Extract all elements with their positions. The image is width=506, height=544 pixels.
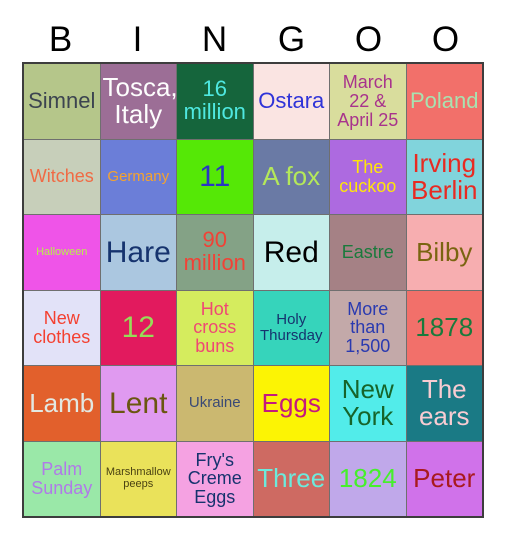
bingo-cell-label: 16 million	[183, 76, 246, 125]
bingo-cell[interactable]: New clothes	[24, 290, 100, 365]
bingo-cell[interactable]: 90 million	[177, 215, 253, 290]
bingo-cell-label: Germany	[107, 167, 170, 185]
bingo-cell-label: Tosca, Italy	[102, 72, 177, 130]
bingo-cell[interactable]: Peter	[406, 441, 482, 516]
bingo-cell[interactable]: Hare	[100, 215, 176, 290]
bingo-cell-label: Three	[257, 463, 326, 494]
bingo-cell-label: Peter	[413, 463, 476, 494]
bingo-cell[interactable]: 1878	[406, 290, 482, 365]
bingo-cell[interactable]: Bilby	[406, 215, 482, 290]
bingo-cell[interactable]: Witches	[24, 139, 100, 214]
bingo-card: B I N G O O Simnel Tosca, Italy 16 million Ostar…	[0, 0, 506, 544]
bingo-header-letter-1: I	[132, 19, 143, 59]
bingo-cell[interactable]: New York	[330, 366, 406, 441]
bingo-cell[interactable]: 16 million	[177, 64, 253, 139]
bingo-header-letter-2: N	[201, 19, 228, 59]
bingo-cell-label: New York	[341, 374, 394, 432]
bingo-cell-label: A fox	[262, 161, 321, 192]
bingo-header-letter-4: O	[354, 19, 383, 59]
bingo-cell-label: 1878	[415, 312, 474, 343]
bingo-cell-label: Halloween	[36, 245, 88, 258]
bingo-cell[interactable]: Tosca, Italy	[100, 64, 177, 139]
bingo-cell-label: Marshmallow peeps	[105, 466, 171, 490]
bingo-header-letter-3: G	[277, 19, 306, 59]
bingo-cell-label: The ears	[418, 374, 470, 432]
bingo-cell[interactable]: 1824	[330, 441, 406, 516]
bingo-cell[interactable]: Eastre	[330, 215, 406, 290]
bingo-cell-label: 90 million	[183, 227, 246, 276]
bingo-cell-label: Red	[263, 235, 319, 269]
bingo-cell-label: Witches	[29, 166, 94, 187]
bingo-cell-label: Hot cross buns	[193, 298, 237, 357]
bingo-cell[interactable]: Holy Thursday	[253, 290, 329, 365]
bingo-cell[interactable]: Simnel	[24, 64, 100, 139]
bingo-cell[interactable]: Hot cross buns	[177, 290, 253, 365]
bingo-cell-label: Simnel	[28, 87, 96, 113]
bingo-cell[interactable]: Marshmallow peeps	[100, 441, 176, 516]
bingo-cell[interactable]: Eggs	[253, 366, 329, 441]
bingo-cell-label: Lent	[109, 386, 168, 420]
bingo-cell-label: March 22 & April 25	[337, 72, 399, 130]
bingo-cell-label: 1824	[338, 463, 397, 494]
bingo-cell-label: Palm Sunday	[31, 459, 93, 498]
bingo-cell-label: Holy Thursday	[259, 311, 323, 344]
bingo-cell[interactable]: Irving Berlin	[406, 139, 482, 214]
bingo-cell-label: Lamb	[29, 387, 95, 418]
bingo-cell[interactable]: 11	[177, 139, 253, 214]
bingo-cell-label: New clothes	[33, 308, 91, 347]
bingo-cell[interactable]: Lent	[100, 366, 176, 441]
bingo-cell[interactable]: The cuckoo	[330, 139, 406, 214]
bingo-cell[interactable]: March 22 & April 25	[330, 64, 406, 139]
bingo-cell[interactable]: 12	[100, 290, 176, 365]
bingo-cell[interactable]: A fox	[253, 139, 329, 214]
bingo-cell-label: 11	[199, 160, 231, 194]
bingo-cell[interactable]: Lamb	[24, 366, 100, 441]
bingo-cell-label: 12	[121, 311, 155, 345]
bingo-cell[interactable]: Three	[253, 441, 329, 516]
bingo-cell[interactable]: The ears	[406, 366, 482, 441]
bingo-cell[interactable]: Ukraine	[177, 366, 253, 441]
bingo-cell-label: More than 1,500	[345, 298, 391, 357]
bingo-header-letter-0: B	[48, 19, 73, 59]
bingo-cell-label: Eggs	[261, 387, 321, 418]
bingo-cell[interactable]: Ostara	[253, 64, 329, 139]
bingo-cell[interactable]: Palm Sunday	[24, 441, 100, 516]
bingo-grid: Simnel Tosca, Italy 16 million Ostara March …	[22, 62, 484, 518]
bingo-header-letter-5: O	[431, 19, 460, 59]
bingo-cell-label: Ukraine	[188, 394, 241, 412]
bingo-cell-label: Bilby	[416, 236, 473, 267]
bingo-cell[interactable]: Poland	[406, 64, 482, 139]
bingo-cell-label: The cuckoo	[339, 157, 397, 196]
bingo-cell-label: Irving Berlin	[411, 147, 478, 205]
bingo-header-row: BINGOO	[22, 16, 484, 62]
bingo-cell[interactable]: Fry's Creme Eggs	[177, 441, 253, 516]
bingo-cell[interactable]: More than 1,500	[330, 290, 406, 365]
bingo-cell-label: Hare	[105, 235, 171, 269]
bingo-cell-label: Poland	[409, 87, 479, 113]
bingo-cell[interactable]: Red	[253, 215, 329, 290]
bingo-cell-label: Fry's Creme Eggs	[187, 449, 242, 508]
bingo-cell[interactable]: Germany	[100, 139, 176, 214]
bingo-cell-label: Ostara	[258, 87, 325, 113]
bingo-cell[interactable]: Halloween	[24, 215, 100, 290]
bingo-cell-label: Eastre	[341, 241, 394, 262]
